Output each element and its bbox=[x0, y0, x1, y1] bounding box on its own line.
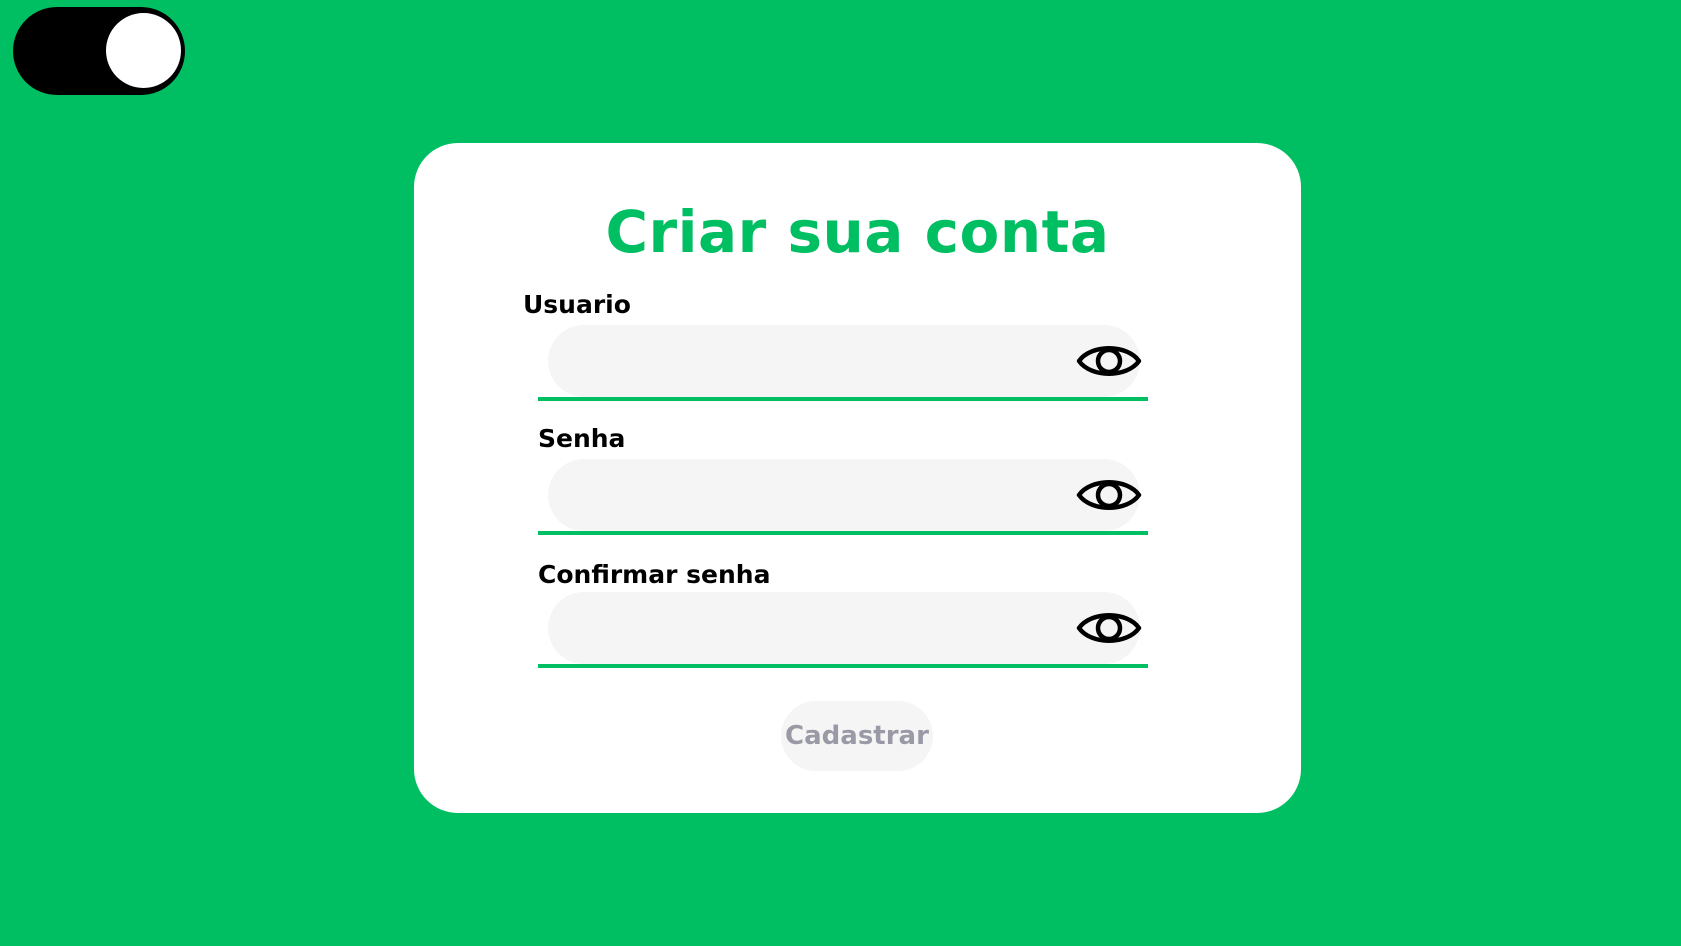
username-underline bbox=[538, 397, 1148, 401]
password-underline bbox=[538, 531, 1148, 535]
signup-card: Criar sua conta Usuario Senha Confirmar … bbox=[414, 143, 1301, 813]
username-label: Usuario bbox=[523, 290, 631, 319]
username-field bbox=[538, 325, 1148, 401]
confirm-password-input[interactable] bbox=[572, 600, 1046, 658]
eye-icon[interactable] bbox=[1076, 339, 1142, 383]
eye-icon[interactable] bbox=[1076, 473, 1142, 517]
toggle-knob[interactable] bbox=[106, 13, 181, 88]
password-field bbox=[538, 459, 1148, 535]
confirm-password-label: Confirmar senha bbox=[538, 560, 771, 589]
theme-toggle[interactable] bbox=[13, 7, 185, 95]
page-title: Criar sua conta bbox=[605, 198, 1110, 266]
confirm-password-field bbox=[538, 592, 1148, 668]
eye-icon[interactable] bbox=[1076, 606, 1142, 650]
username-input[interactable] bbox=[572, 333, 1046, 391]
password-label: Senha bbox=[538, 424, 626, 453]
submit-button[interactable]: Cadastrar bbox=[781, 701, 933, 771]
password-input[interactable] bbox=[572, 467, 1046, 525]
confirm-password-underline bbox=[538, 664, 1148, 668]
